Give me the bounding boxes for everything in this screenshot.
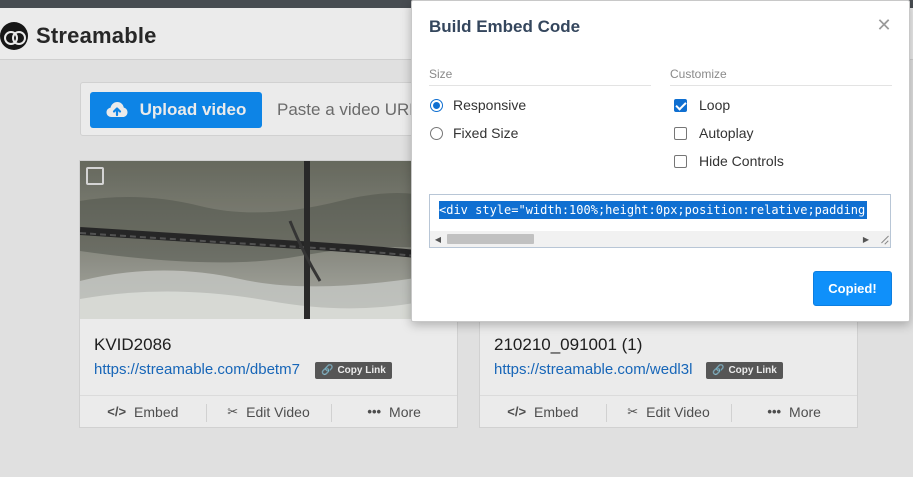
loop-checkbox[interactable] (674, 98, 687, 112)
embed-code-text: <div style="width:100%;height:0px;positi… (439, 201, 868, 219)
size-option-fixed[interactable]: Fixed Size (430, 124, 518, 142)
responsive-label: Responsive (453, 97, 527, 113)
hide-controls-label: Hide Controls (699, 153, 784, 169)
size-divider (429, 85, 651, 86)
size-section-label: Size (429, 67, 453, 81)
horizontal-scrollbar[interactable]: ◀ ▶ (430, 231, 877, 247)
hide-controls-checkbox[interactable] (674, 154, 687, 168)
scroll-left-icon[interactable]: ◀ (430, 231, 446, 247)
customize-divider (670, 85, 892, 86)
customize-option-hide-controls[interactable]: Hide Controls (674, 152, 784, 170)
embed-code-textarea[interactable]: <div style="width:100%;height:0px;positi… (429, 194, 891, 248)
size-option-responsive[interactable]: Responsive (430, 96, 526, 114)
scroll-right-icon[interactable]: ▶ (858, 231, 874, 247)
responsive-radio[interactable] (430, 98, 443, 112)
autoplay-label: Autoplay (699, 125, 754, 141)
customize-option-autoplay[interactable]: Autoplay (674, 124, 753, 142)
customize-option-loop[interactable]: Loop (674, 96, 730, 114)
resize-grip-icon[interactable] (877, 231, 890, 247)
copy-embed-code-button[interactable]: Copied! (813, 271, 892, 306)
loop-label: Loop (699, 97, 731, 113)
scrollbar-thumb[interactable] (447, 234, 534, 244)
fixed-size-radio[interactable] (430, 126, 443, 140)
embed-code-modal: Build Embed Code ✕ Size Customize Respon… (411, 0, 910, 322)
customize-section-label: Customize (670, 67, 727, 81)
fixed-size-label: Fixed Size (453, 125, 519, 141)
autoplay-checkbox[interactable] (674, 126, 687, 140)
modal-title: Build Embed Code (429, 17, 581, 36)
close-icon[interactable]: ✕ (875, 15, 893, 35)
